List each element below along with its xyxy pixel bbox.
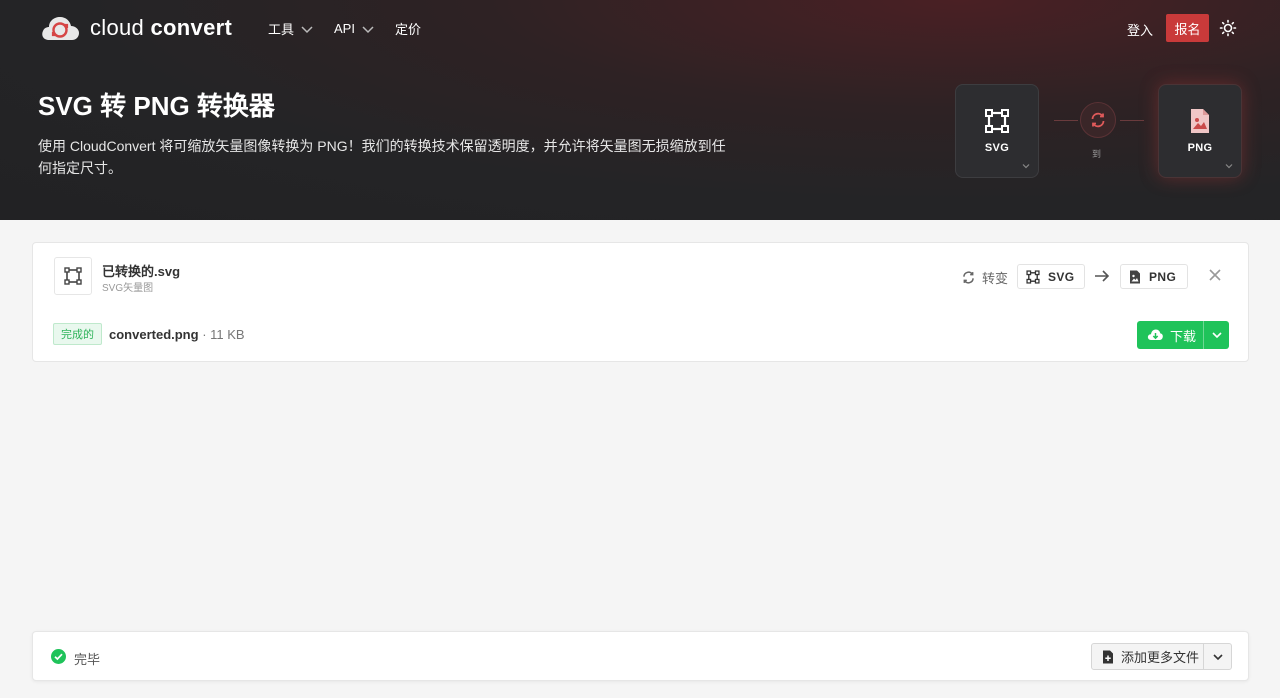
from-format-label: SVG [984,142,1010,154]
download-label: 下载 [1170,328,1197,344]
nav-item-label: 定价 [394,22,421,37]
to-format-label: PNG [1187,142,1213,154]
chevron-down-icon [1225,164,1233,169]
chevron-down-icon [301,25,313,33]
bottom-status-bar: 完毕 添加更多文件 [32,631,1249,681]
source-format-label: SVG [1048,269,1075,284]
file-thumbnail [54,257,92,295]
chevron-down-icon [1022,164,1030,169]
image-file-icon [1130,270,1140,283]
hero-header: cloud convert 工具 API 定价 登入 报名 SVG 转 PNG … [0,0,1280,220]
logo-text: cloud convert [90,15,233,40]
main-nav: 工具 API 定价 [268,19,421,38]
vector-square-icon [985,109,1009,133]
download-button[interactable]: 下载 [1137,321,1229,349]
output-file: converted.png · 11 KB [109,327,245,342]
output-file-name: converted.png [109,327,199,342]
convert-label: 转变 [961,268,1008,287]
cloud-download-icon [1147,329,1163,340]
login-link[interactable]: 登入 [1127,20,1153,39]
chevron-down-icon [1211,332,1222,339]
close-icon[interactable] [1208,268,1222,282]
status-badge: 完成的 [53,323,102,345]
image-file-icon [1191,109,1209,133]
logo[interactable]: cloud convert [40,14,232,42]
file-plus-icon [1103,650,1113,663]
chevron-down-icon [1213,653,1223,660]
top-navbar: cloud convert 工具 API 定价 登入 报名 [0,0,1280,56]
convert-label-text: 转变 [982,271,1009,286]
arrow-right-icon [1095,270,1110,282]
target-format-label: PNG [1149,269,1177,284]
chevron-down-icon [362,25,374,33]
status-text: 完毕 [74,652,101,667]
convert-icon [1080,102,1116,138]
connector-line [1120,120,1144,121]
to-format-selector[interactable]: PNG [1158,84,1242,178]
add-more-files-main[interactable]: 添加更多文件 [1092,647,1203,666]
connector-line [1054,120,1078,121]
source-format-chip[interactable]: SVG [1017,264,1085,289]
download-main[interactable]: 下载 [1137,326,1203,345]
signup-button[interactable]: 报名 [1166,14,1209,42]
output-file-size: · 11 KB [202,327,245,342]
target-format-chip[interactable]: PNG [1120,264,1188,289]
nav-item-pricing[interactable]: 定价 [395,19,421,38]
add-options-toggle[interactable] [1204,644,1231,669]
check-circle-icon [51,649,66,664]
add-more-files-label: 添加更多文件 [1121,650,1200,665]
page-title: SVG 转 PNG 转换器 [38,91,275,121]
file-type: SVG矢量图 [102,283,154,294]
add-more-files-button[interactable]: 添加更多文件 [1091,643,1232,670]
sun-icon[interactable] [1219,19,1237,37]
download-options-toggle[interactable] [1204,321,1229,349]
file-conversion-card: 已转换的.svg SVG矢量图 转变 SVG PNG 完成的 converted… [32,242,1249,362]
sync-icon [963,271,974,284]
nav-item-api[interactable]: API [334,19,375,38]
vector-square-icon [1026,269,1040,284]
page-description: 使用 CloudConvert 将可缩放矢量图像转换为 PNG！我们的转换技术保… [38,138,726,176]
nav-item-label: API [334,21,355,36]
nav-item-tools[interactable]: 工具 [268,19,314,38]
from-format-selector[interactable]: SVG [955,84,1039,178]
cloud-logo-icon [40,14,80,42]
nav-item-label: 工具 [268,22,295,37]
file-name: 已转换的.svg [102,264,181,279]
to-label: 到 [1092,149,1102,159]
vector-square-icon [64,267,82,285]
